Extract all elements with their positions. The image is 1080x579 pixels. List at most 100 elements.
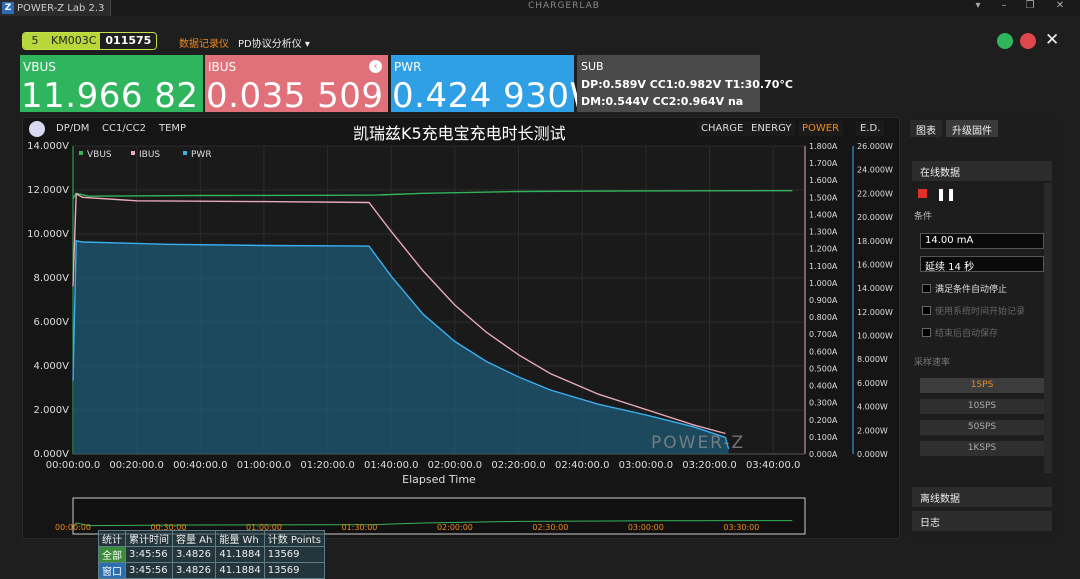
tab-firmware[interactable]: 升级固件 xyxy=(946,120,998,137)
stats-cell: 3.4826 xyxy=(171,562,217,579)
mode-pd-analyzer[interactable]: PD协议分析仪 ▾ xyxy=(238,35,310,50)
system-time-checkbox[interactable]: 使用系统时间开始记录 xyxy=(922,304,1025,317)
rate-1ksps[interactable]: 1KSPS xyxy=(920,441,1044,456)
apps-icon[interactable] xyxy=(1020,33,1036,49)
window-titlebar: Z POWER-Z Lab 2.3 CHARGERLAB ▾ – ❐ ✕ xyxy=(0,0,1080,16)
tab-chart[interactable]: 图表 xyxy=(910,120,942,137)
stats-tag[interactable]: 窗口 xyxy=(98,562,126,579)
ibus-tile: IBUS ‹ 0.035 509 A xyxy=(205,55,418,116)
watermark: POWER-Z xyxy=(651,433,745,453)
condition-label: 条件 xyxy=(914,212,933,222)
y-tick-label-pwr: 12.000W xyxy=(857,308,893,317)
duration-field[interactable]: 延续 14 秒 xyxy=(920,256,1044,273)
ibus-value: 0.035 509 A xyxy=(206,76,419,116)
x-tick-label: 00:20:00.0 xyxy=(109,460,163,471)
overview-tick-label: 00:00:00 xyxy=(55,523,91,532)
y-tick-label-pwr: 22.000W xyxy=(857,189,893,198)
power-chart[interactable]: 00:00:00.0 00:20:00.0 00:40:00.0 01:00:00.0… xyxy=(23,118,901,540)
system-time-label: 使用系统时间开始记录 xyxy=(935,307,1026,317)
x-tick-label: 01:00:00.0 xyxy=(237,460,291,471)
y-tick-label-ibus: 0.100A xyxy=(809,433,838,442)
sub-line-1: DP:0.589V CC1:0.982V T1:30.70°C xyxy=(581,78,793,91)
log-header[interactable]: 日志 xyxy=(912,511,1052,531)
y-tick-label-pwr: 10.000W xyxy=(857,332,893,341)
online-data-header[interactable]: 在线数据 xyxy=(912,161,1052,181)
tab-dp-dm[interactable]: DP/DM xyxy=(56,123,89,134)
pwr-label: PWR xyxy=(394,60,422,74)
stats-cell: 3.4826 xyxy=(171,546,217,563)
rate-50sps[interactable]: 50SPS xyxy=(920,420,1044,435)
stats-row: 全部 3:45:56 3.4826 41.1884 13569 xyxy=(98,546,325,563)
restore-icon[interactable]: ❐ xyxy=(1020,0,1040,14)
y-tick-label-pwr: 8.000W xyxy=(857,355,888,364)
chart-title: 凯瑞兹K5充电宝充电时长测试 xyxy=(353,124,566,143)
stats-header: 计数 Points xyxy=(263,530,325,547)
logo-icon[interactable] xyxy=(29,121,45,137)
sub-label: SUB xyxy=(581,60,604,73)
auto-stop-checkbox[interactable]: 满足条件自动停止 xyxy=(922,282,1007,295)
chart-panel: 00:00:00.0 00:20:00.0 00:40:00.0 01:00:00.0… xyxy=(22,117,901,579)
app-logo-icon: Z xyxy=(2,2,14,14)
auto-save-checkbox[interactable]: 结束后自动保存 xyxy=(922,326,998,339)
y-tick-label-vbus: 10.000V xyxy=(27,229,69,240)
legend-swatch-pwr xyxy=(183,151,187,155)
rate-1sps[interactable]: 1SPS xyxy=(920,378,1044,393)
x-tick-label: 00:40:00.0 xyxy=(173,460,227,471)
y-tick-label-ibus: 1.400A xyxy=(809,210,838,219)
current-threshold-field[interactable]: 14.00 mA xyxy=(920,233,1044,249)
y-tick-label-ibus: 0.400A xyxy=(809,382,838,391)
record-stop-icon[interactable] xyxy=(918,189,927,198)
back-icon[interactable]: ‹ xyxy=(369,60,382,73)
overview-tick-label: 02:00:00 xyxy=(437,523,473,532)
menu-icon[interactable]: ▾ xyxy=(968,0,988,14)
stats-cell: 41.1884 xyxy=(215,546,265,563)
chart-toolbar: DP/DM CC1/CC2 TEMP 凯瑞兹K5充电宝充电时长测试 CHARGE… xyxy=(23,118,901,143)
y-tick-label-ibus: 1.200A xyxy=(809,245,838,254)
y-tick-label-ibus: 0.600A xyxy=(809,347,838,356)
y-tick-label-pwr: 0.000W xyxy=(857,450,888,459)
device-serial: 011575 xyxy=(100,33,157,49)
y-tick-label-vbus: 8.000V xyxy=(34,273,70,284)
device-selector[interactable]: 5 KM003C 011575 xyxy=(22,32,158,50)
stats-header: 累计时间 xyxy=(125,530,173,547)
sub-line-2: DM:0.544V CC2:0.964V na xyxy=(581,95,744,108)
tab-cc1-cc2[interactable]: CC1/CC2 xyxy=(102,123,146,134)
y-tick-label-ibus: 1.800A xyxy=(809,142,838,151)
y-tick-label-ibus: 1.100A xyxy=(809,262,838,271)
y-tick-label-ibus: 0.700A xyxy=(809,330,838,339)
checkbox-box xyxy=(922,284,931,293)
pause-icon[interactable]: ❚❚ xyxy=(936,187,956,201)
y-tick-label-ibus: 0.800A xyxy=(809,313,838,322)
stats-cell: 3:45:56 xyxy=(125,546,173,563)
mode-pd-analyzer-label: PD协议分析仪 xyxy=(238,39,302,50)
minimize-icon[interactable]: – xyxy=(994,0,1014,14)
stats-tag[interactable]: 全部 xyxy=(98,546,126,563)
close-window-icon[interactable]: ✕ xyxy=(1050,0,1070,14)
stats-header: 容量 Ah xyxy=(171,530,217,547)
window-title: POWER-Z Lab 2.3 xyxy=(17,2,105,14)
side-scrollbar[interactable] xyxy=(1044,183,1052,473)
y-tick-label-pwr: 2.000W xyxy=(857,426,888,435)
tab-energy[interactable]: ENERGY xyxy=(747,121,796,136)
y-tick-label-pwr: 6.000W xyxy=(857,379,888,388)
tab-ed[interactable]: E.D. xyxy=(856,121,885,136)
y-tick-label-pwr: 18.000W xyxy=(857,237,893,246)
y-tick-label-vbus: 2.000V xyxy=(34,405,70,416)
tab-temp[interactable]: TEMP xyxy=(159,123,186,134)
mode-recorder[interactable]: 数据记录仪 xyxy=(179,35,229,50)
rate-10sps[interactable]: 10SPS xyxy=(920,399,1044,414)
app-tab[interactable]: Z POWER-Z Lab 2.3 xyxy=(0,0,112,16)
record-icon[interactable] xyxy=(997,33,1013,49)
device-header: 5 KM003C 011575 数据记录仪 PD协议分析仪 ▾ xyxy=(0,27,1080,55)
tab-power[interactable]: POWER xyxy=(798,121,844,136)
close-icon[interactable]: ✕ xyxy=(1045,30,1059,50)
tab-charge[interactable]: CHARGE xyxy=(697,121,748,136)
y-tick-label-vbus: 12.000V xyxy=(27,185,69,196)
overview-tick-label: 02:30:00 xyxy=(532,523,568,532)
legend-label-vbus: VBUS xyxy=(87,150,112,160)
overview-tick-label: 03:30:00 xyxy=(723,523,759,532)
y-tick-label-ibus: 1.500A xyxy=(809,193,838,202)
x-tick-label: 02:00:00.0 xyxy=(428,460,482,471)
y-tick-label-ibus: 1.600A xyxy=(809,176,838,185)
offline-data-header[interactable]: 离线数据 xyxy=(912,487,1052,507)
